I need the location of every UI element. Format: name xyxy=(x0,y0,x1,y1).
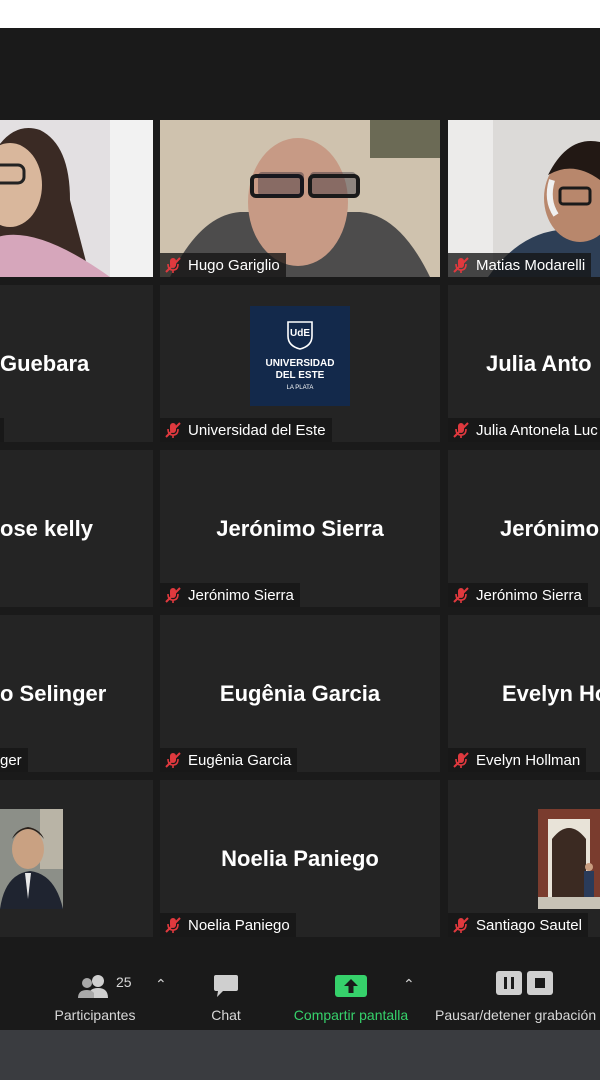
participant-name-tag: Universidad del Este xyxy=(160,418,332,442)
meeting-toolbar: 25 Participantes ⌃ Chat Compartir pantal… xyxy=(0,940,600,1030)
meeting-gallery: Hugo Gariglio Matias Modarelli Guebara U… xyxy=(0,28,600,940)
participant-photo xyxy=(0,809,63,909)
participants-button[interactable]: 25 Participantes xyxy=(40,940,150,1030)
taskbar-strip xyxy=(0,1030,600,1080)
participant-name-tag: Santiago Sautel xyxy=(448,913,588,937)
share-screen-icon xyxy=(335,975,367,997)
logo-mark: UdE xyxy=(290,327,310,339)
participant-display-name: Noelia Paniego xyxy=(221,845,379,871)
participant-name: Evelyn Hollman xyxy=(476,751,581,769)
participant-display-name: Evelyn Ho xyxy=(502,680,600,706)
muted-microphone-icon xyxy=(165,257,181,273)
participant-name-tag: Jerónimo Sierra xyxy=(160,583,300,607)
muted-microphone-icon xyxy=(453,587,469,603)
video-tile-jeronimo-sierra[interactable]: Jerónimo Sierra Jerónimo Sierra xyxy=(160,450,440,607)
participants-count: 25 xyxy=(116,974,132,990)
participant-display-name: ose kelly xyxy=(0,515,93,541)
pause-stop-recording-label: Pausar/detener grabación xyxy=(435,1007,597,1023)
participant-name-tag: Evelyn Hollman xyxy=(448,748,587,772)
video-tile-matias-modarelli[interactable]: Matias Modarelli xyxy=(448,120,600,277)
university-logo: UdE UNIVERSIDAD DEL ESTE LA PLATA xyxy=(250,305,350,406)
participant-name-tag: Jerónimo Sierra xyxy=(448,583,588,607)
muted-microphone-icon xyxy=(453,917,469,933)
participant-display-name: o Selinger xyxy=(0,680,107,706)
muted-microphone-icon xyxy=(165,587,181,603)
muted-microphone-icon xyxy=(453,752,469,768)
participant-name-tag xyxy=(0,418,4,442)
video-tile-jose-kelly[interactable]: ose kelly xyxy=(0,450,153,607)
video-tile-guebara[interactable]: Guebara xyxy=(0,285,153,442)
logo-line-2: DEL ESTE xyxy=(275,369,325,381)
video-tile-universidad-del-este[interactable]: UdE UNIVERSIDAD DEL ESTE LA PLATA Univer… xyxy=(160,285,440,442)
participant-name: Noelia Paniego xyxy=(188,916,290,934)
logo-line-1: UNIVERSIDAD xyxy=(265,357,335,369)
participant-name-tag: Hugo Gariglio xyxy=(160,253,286,277)
video-tile-santiago-sautel[interactable]: Santiago Sautel xyxy=(448,780,600,937)
participant-photo xyxy=(538,809,600,909)
participant-name-tag: ger xyxy=(0,748,28,772)
participant-name-tag: Eugênia Garcia xyxy=(160,748,298,772)
participant-name: Hugo Gariglio xyxy=(188,256,280,274)
share-screen-button[interactable]: Compartir pantalla xyxy=(284,940,418,1030)
video-tile-participant-1[interactable] xyxy=(0,120,153,277)
participant-name: Jerónimo Sierra xyxy=(476,586,582,604)
participant-display-name: Jerónimo xyxy=(500,515,600,541)
video-tile-julia-antonela[interactable]: Julia Anto Julia Antonela Luc xyxy=(448,285,600,442)
participant-name: ger xyxy=(0,751,22,769)
video-tile-jeronimo-sierra-2[interactable]: Jerónimo Jerónimo Sierra xyxy=(448,450,600,607)
participant-display-name: Guebara xyxy=(0,350,90,376)
participant-name: Universidad del Este xyxy=(188,421,326,439)
participants-options-chevron-up-icon[interactable]: ⌃ xyxy=(155,976,167,993)
participant-display-name: Julia Anto xyxy=(486,350,592,376)
participant-name: Santiago Sautel xyxy=(476,916,582,934)
chat-icon xyxy=(214,975,238,997)
muted-microphone-icon xyxy=(165,752,181,768)
participant-name-tag: Julia Antonela Luc xyxy=(448,418,600,442)
participant-name: Jerónimo Sierra xyxy=(188,586,294,604)
chat-label: Chat xyxy=(211,1007,241,1023)
participant-video xyxy=(0,120,153,277)
muted-microphone-icon xyxy=(453,422,469,438)
window-top-bar xyxy=(0,0,600,28)
muted-microphone-icon xyxy=(453,257,469,273)
participant-name-tag: Noelia Paniego xyxy=(160,913,296,937)
chat-button[interactable]: Chat xyxy=(196,940,256,1030)
participants-icon xyxy=(78,975,108,998)
participant-name: Julia Antonela Luc xyxy=(476,421,598,439)
muted-microphone-icon xyxy=(165,422,181,438)
participant-display-name: Jerónimo Sierra xyxy=(216,515,384,541)
pause-recording-icon xyxy=(496,971,522,995)
participants-label: Participantes xyxy=(54,1007,136,1023)
muted-microphone-icon xyxy=(165,917,181,933)
video-tile-evelyn-hollman[interactable]: Evelyn Ho Evelyn Hollman xyxy=(448,615,600,772)
video-tile-participant-photo[interactable] xyxy=(0,780,153,937)
video-tile-hugo-gariglio[interactable]: Hugo Gariglio xyxy=(160,120,440,277)
share-options-chevron-up-icon[interactable]: ⌃ xyxy=(403,976,415,993)
video-tile-noelia-paniego[interactable]: Noelia Paniego Noelia Paniego xyxy=(160,780,440,937)
participant-name: Matias Modarelli xyxy=(476,256,586,274)
participant-name: Eugênia Garcia xyxy=(188,751,292,769)
logo-line-3: LA PLATA xyxy=(286,384,314,391)
stop-recording-icon xyxy=(527,971,553,995)
participant-name-tag: Matias Modarelli xyxy=(448,253,592,277)
pause-stop-recording-button[interactable]: Pausar/detener grabación xyxy=(435,940,600,1030)
participant-display-name: Eugênia Garcia xyxy=(219,680,381,706)
video-tile-selinger[interactable]: o Selinger ger xyxy=(0,615,153,772)
share-screen-label: Compartir pantalla xyxy=(293,1007,409,1023)
video-tile-eugenia-garcia[interactable]: Eugênia Garcia Eugênia Garcia xyxy=(160,615,440,772)
